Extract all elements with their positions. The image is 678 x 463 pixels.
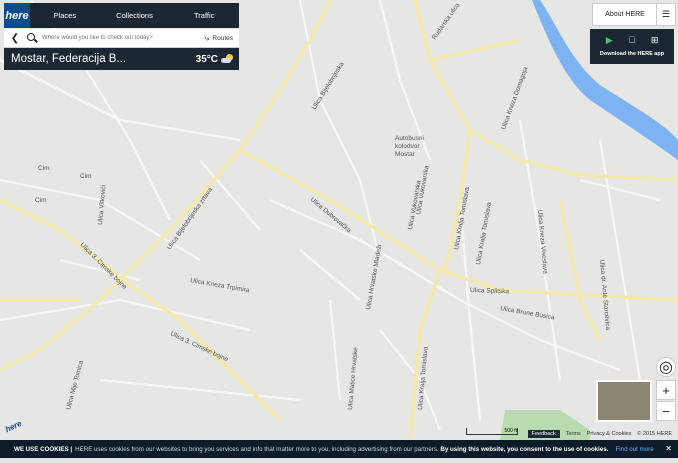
app-download-panel[interactable]: ▶  ⊞ Download the HERE app [590,29,674,64]
privacy-link[interactable]: Privacy & Cookies [587,431,632,437]
tab-collections[interactable]: Collections [100,11,170,20]
find-out-more-link[interactable]: Find out more [616,446,654,453]
temperature: 35°C [196,54,239,65]
svg-text:kolodvor: kolodvor [395,143,420,150]
apple-icon[interactable]:  [626,35,638,46]
city-name: Mostar, Federacija B... [11,53,127,65]
copyright: © 2015 HERE [637,431,672,437]
weather-panel[interactable]: Mostar, Federacija B... 35°C [4,48,239,70]
tab-traffic[interactable]: Traffic [169,11,239,20]
search-bar: ❮ ⤷ Routes [4,29,239,48]
terms-link[interactable]: Terms [566,431,581,437]
cookie-title: WE USE COOKIES | [14,445,73,453]
close-icon[interactable]: ✕ [665,444,672,453]
satellite-view-thumbnail[interactable] [596,380,652,422]
cookie-consent: By using this website, you consent to th… [440,445,609,453]
routes-label: Routes [212,34,233,42]
map-footer: Feedback Terms Privacy & Cookies © 2015 … [0,430,678,438]
menu-icon[interactable]: ☰ [656,3,676,26]
feedback-button[interactable]: Feedback [527,430,560,438]
here-logo[interactable]: here [4,3,30,28]
about-here-button[interactable]: About HERE [592,3,658,26]
top-navigation: here Places Collections Traffic [4,3,239,28]
search-icon [26,32,38,44]
cookie-text: HERE uses cookies from our websites to b… [75,445,439,453]
google-play-icon[interactable]: ▶ [603,35,615,46]
temperature-value: 35°C [195,53,218,65]
svg-text:Cim: Cim [35,197,47,204]
routes-button[interactable]: ⤷ Routes [204,33,239,44]
tab-places[interactable]: Places [30,11,100,20]
back-arrow-icon[interactable]: ❮ [4,33,26,44]
svg-text:Cim: Cim [38,165,50,172]
routes-icon: ⤷ [204,32,210,43]
partly-sunny-icon [221,54,235,64]
cookie-banner: WE USE COOKIES | HERE uses cookies from … [0,440,678,458]
svg-text:Mostar: Mostar [395,151,416,158]
download-app-label: Download the HERE app [599,51,665,57]
zoom-out-button[interactable]: − [656,401,676,421]
windows-icon[interactable]: ⊞ [649,35,661,46]
zoom-in-button[interactable]: + [656,380,676,400]
locate-icon[interactable]: ◎ [656,357,676,377]
svg-text:Autobusni: Autobusni [395,135,424,142]
search-input[interactable] [42,35,205,41]
svg-text:Ulica Splitska: Ulica Splitska [470,287,510,295]
svg-text:Cim: Cim [80,173,92,180]
